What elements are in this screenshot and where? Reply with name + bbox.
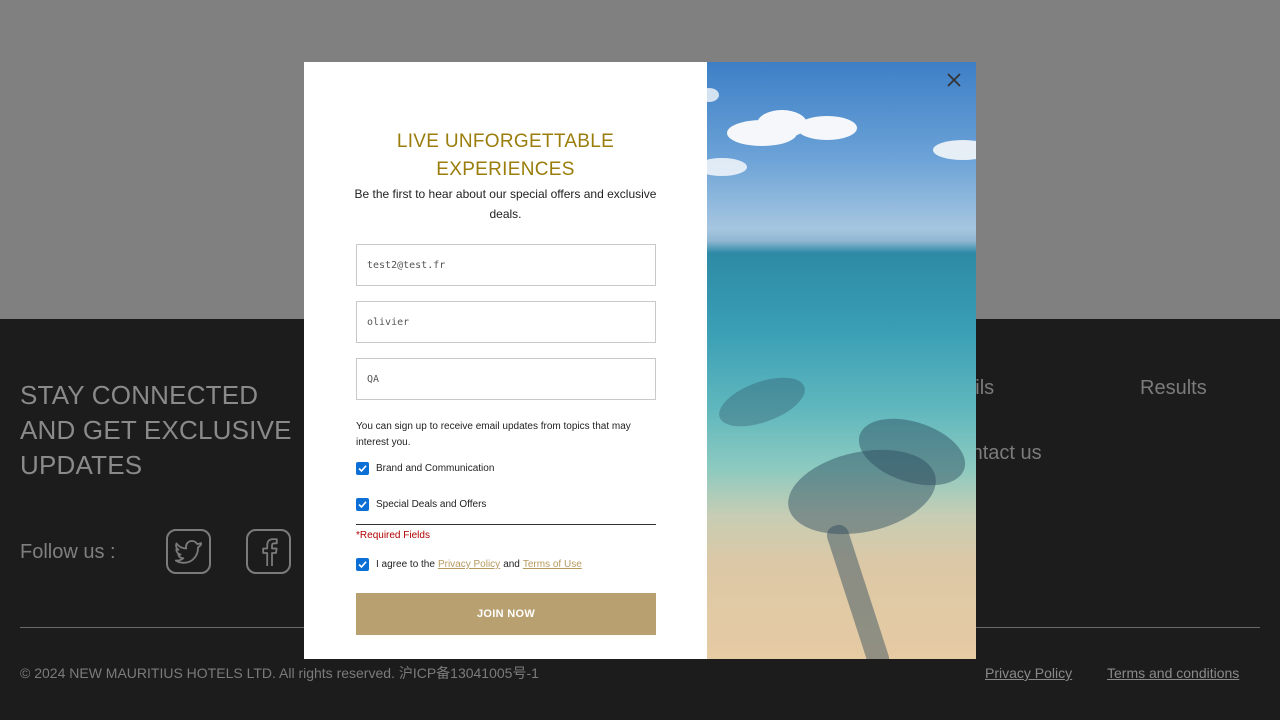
- twitter-icon: [174, 539, 202, 564]
- twitter-button[interactable]: [166, 529, 211, 574]
- newsletter-modal: LIVE UNFORGETTABLE EXPERIENCES Be the fi…: [304, 62, 976, 659]
- last-name-field[interactable]: [356, 358, 656, 400]
- topic-brand-row[interactable]: Brand and Communication: [356, 462, 494, 475]
- footer-terms-link[interactable]: Terms and conditions: [1107, 665, 1239, 681]
- checkmark-icon: [358, 501, 367, 509]
- agree-prefix: I agree to the: [376, 559, 435, 570]
- palm-shadow: [712, 367, 812, 437]
- copyright-text: © 2024 NEW MAURITIUS HOTELS LTD. All rig…: [20, 665, 539, 681]
- topic-deals-label: Special Deals and Offers: [376, 499, 487, 510]
- topic-deals-checkbox[interactable]: [356, 498, 369, 511]
- first-name-field[interactable]: [356, 301, 656, 343]
- topic-deals-row[interactable]: Special Deals and Offers: [356, 498, 486, 511]
- follow-us-label: Follow us :: [20, 541, 116, 563]
- email-field[interactable]: [356, 244, 656, 286]
- footer-heading: STAY CONNECTED AND GET EXCLUSIVE UPDATES: [20, 380, 292, 480]
- agree-privacy-link[interactable]: Privacy Policy: [438, 559, 500, 570]
- required-fields-note: *Required Fields: [356, 530, 430, 541]
- checkmark-icon: [358, 561, 367, 569]
- cloud: [933, 140, 976, 160]
- agree-checkbox[interactable]: [356, 558, 369, 571]
- footer-privacy-policy-link[interactable]: Privacy Policy: [985, 665, 1072, 681]
- modal-subtitle: Be the first to hear about our special o…: [354, 187, 657, 221]
- facebook-icon: [261, 537, 278, 566]
- required-text: Required Fields: [359, 530, 430, 541]
- checkmark-icon: [358, 465, 367, 473]
- agree-row[interactable]: I agree to the Privacy Policy and Terms …: [356, 558, 585, 571]
- facebook-button[interactable]: [246, 529, 291, 574]
- topic-brand-checkbox[interactable]: [356, 462, 369, 475]
- agree-and: and: [503, 559, 520, 570]
- modal-title-line1: LIVE UNFORGETTABLE: [396, 131, 615, 152]
- topic-brand-label: Brand and Communication: [376, 463, 495, 474]
- join-now-button[interactable]: JOIN NOW: [356, 593, 656, 635]
- topics-info-text: You can sign up to receive email updates…: [356, 421, 631, 448]
- agree-terms-link[interactable]: Terms of Use: [523, 559, 582, 570]
- form-divider: [356, 524, 656, 525]
- beach-image: [707, 62, 976, 659]
- palm-trunk-shadow: [824, 522, 892, 659]
- signup-form: LIVE UNFORGETTABLE EXPERIENCES Be the fi…: [304, 62, 707, 659]
- cloud: [707, 88, 719, 102]
- footer-link-results[interactable]: Results: [1140, 377, 1207, 400]
- close-icon[interactable]: [944, 70, 964, 90]
- modal-title: LIVE UNFORGETTABLE EXPERIENCES: [304, 128, 707, 184]
- cloud: [707, 158, 747, 176]
- cloud: [797, 116, 857, 140]
- modal-title-line2: EXPERIENCES: [436, 159, 575, 180]
